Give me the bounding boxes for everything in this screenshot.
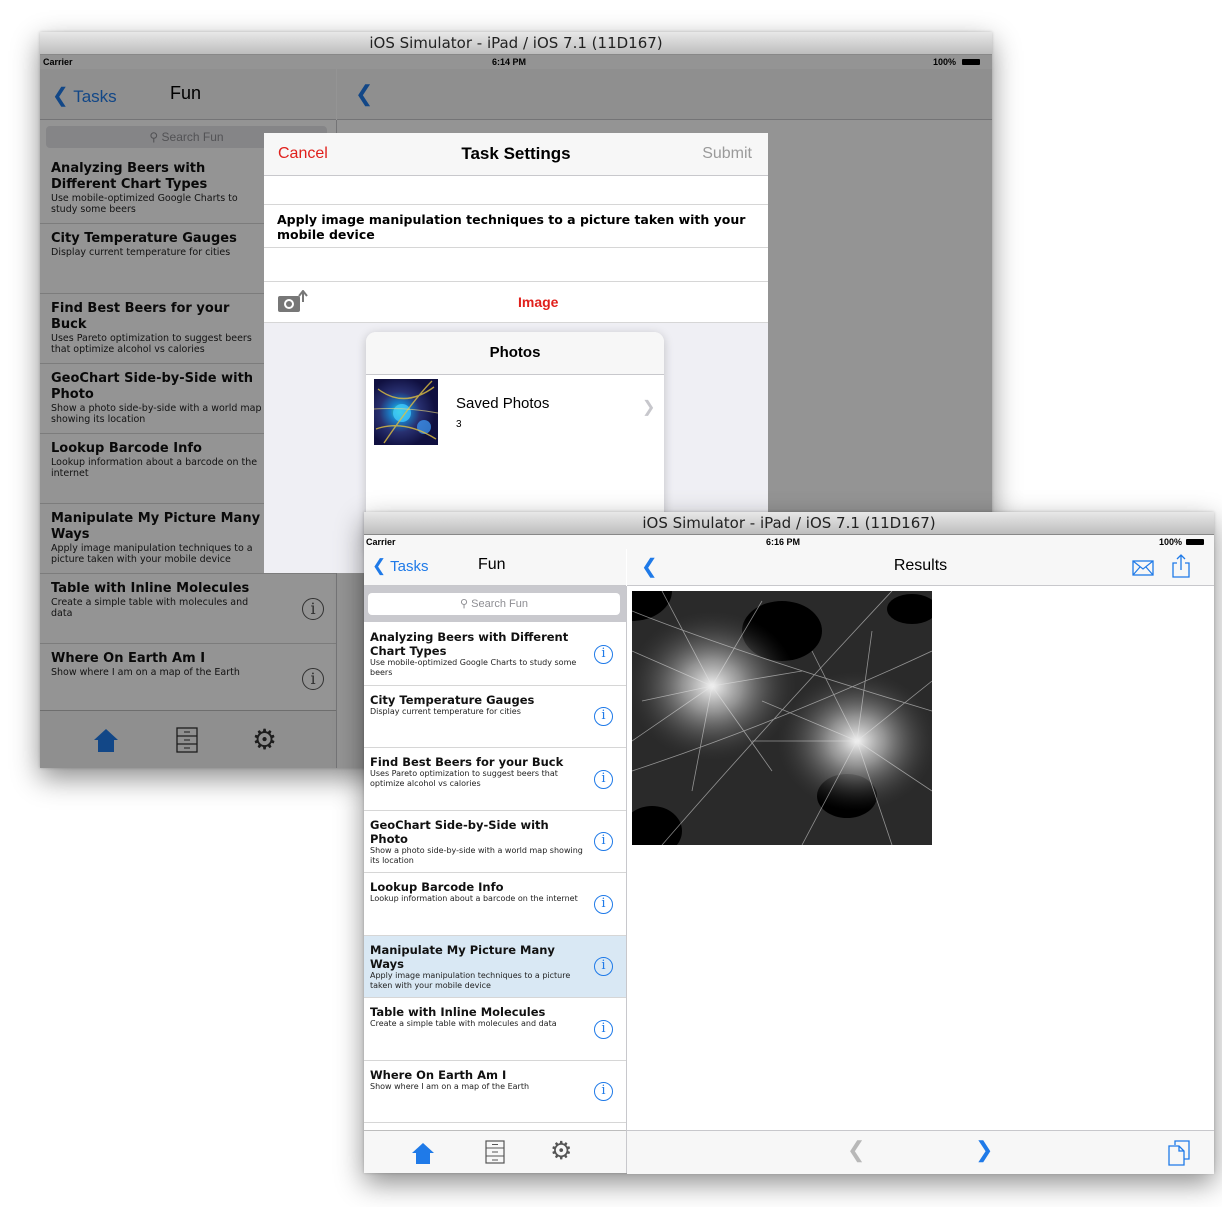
popover-title: Photos [489,344,541,361]
results-toolbar: ❮ ❯ [627,1130,1214,1174]
carrier-label: Carrier [366,537,396,547]
modal-title: Task Settings [461,144,571,163]
front-app-screen: Carrier 6:16 PM 100% ❮ Tasks Fun ❮ Resul… [364,535,1214,1174]
list-item-subtitle: Uses Pareto optimization to suggest beer… [370,769,558,788]
front-window-titlebar: iOS Simulator - iPad / iOS 7.1 (11D167) [364,512,1214,535]
front-sidebar: ⚲ Search Fun Analyzing Beers with Differ… [364,586,627,1173]
list-item-subtitle: Lookup information about a barcode on th… [370,894,578,903]
list-item[interactable]: Where On Earth Am I Show where I am on a … [364,1061,626,1123]
modal-spacer-row [264,176,768,205]
info-icon[interactable]: i [594,1082,613,1102]
info-icon[interactable]: i [594,707,613,727]
info-icon[interactable]: i [594,1019,613,1039]
list-item-title: Analyzing Beers with Different Chart Typ… [370,630,569,658]
front-simulator-window: iOS Simulator - iPad / iOS 7.1 (11D167) … [364,512,1214,1174]
search-placeholder: Search Fun [471,598,528,610]
image-label[interactable]: Image [518,294,558,310]
list-item[interactable]: GeoChart Side-by-Side with Photo Show a p… [364,811,626,873]
previous-page-icon[interactable]: ❮ [847,1137,865,1163]
results-area [627,586,1214,1130]
list-item-title: Manipulate My Picture Many Ways [370,942,555,971]
modal-spacer-row-2 [264,248,768,282]
list-item-subtitle: Display current temperature for cities [370,706,521,716]
list-item-subtitle: Show a photo side-by-side with a world m… [370,845,583,865]
list-item[interactable]: City Temperature Gauges Display current t… [364,686,626,748]
front-tasks-button[interactable]: ❮ Tasks [372,556,429,576]
info-icon[interactable]: i [594,832,613,852]
list-item-subtitle: Show where I am on a map of the Earth [370,1081,530,1091]
camera-icon[interactable] [277,289,309,314]
back-window-titlebar: iOS Simulator - iPad / iOS 7.1 (11D167) [40,32,992,55]
popover-header: Photos [366,332,664,375]
gear-icon[interactable]: ⚙ [550,1137,578,1165]
modal-header: Cancel Task Settings Submit [264,133,768,176]
list-item-title: Table with Inline Molecules [370,1005,546,1019]
front-status-bar: Carrier 6:16 PM 100% [364,535,1214,549]
cabinet-icon[interactable] [485,1140,505,1164]
mail-icon[interactable] [1132,560,1154,576]
image-picker-row[interactable]: Image [264,282,768,323]
task-description: Apply image manipulation techniques to a… [277,212,746,242]
list-item[interactable]: Find Best Beers for your Buck Uses Pareto… [364,748,626,811]
list-item-title: City Temperature Gauges [370,692,535,707]
list-item-title: Find Best Beers for your Buck [370,755,564,769]
list-item-subtitle: Create a simple table with molecules and… [370,1019,557,1028]
back-button-label: Tasks [390,558,429,575]
list-item-subtitle: Apply image manipulation techniques to a… [370,970,571,990]
share-icon[interactable] [1171,554,1191,578]
result-image [632,591,932,845]
search-icon: ⚲ [460,598,472,610]
chevron-right-icon: ❯ [642,399,656,416]
task-description-row: Apply image manipulation techniques to a… [264,205,768,248]
front-tab-bar: ⚙ [364,1130,626,1173]
submit-button[interactable]: Submit [702,145,752,163]
front-master-navbar: ❮ Tasks Fun [364,549,626,586]
list-item-title: Lookup Barcode Info [370,880,504,894]
info-icon[interactable]: i [594,894,613,914]
info-icon[interactable]: i [594,957,613,977]
pages-icon[interactable] [1167,1140,1191,1166]
front-search-field[interactable]: ⚲ Search Fun [368,593,620,615]
battery-icon [1186,539,1204,545]
list-item[interactable]: Table with Inline Molecules Create a simp… [364,998,626,1061]
list-item-title: Where On Earth Am I [370,1067,507,1082]
info-icon[interactable]: i [594,644,613,664]
list-item-subtitle: Use mobile-optimized Google Charts to st… [370,658,577,677]
front-nav-title: Fun [478,556,506,573]
home-icon[interactable] [410,1141,436,1165]
album-count: 3 [456,419,462,430]
status-time: 6:16 PM [766,537,801,547]
next-page-icon[interactable]: ❯ [975,1137,993,1163]
front-detail-navbar: ❮ Results [627,549,1214,586]
list-item[interactable]: Analyzing Beers with Different Chart Typ… [364,623,626,686]
battery-label: 100% [1159,537,1183,547]
chevron-left-icon: ❮ [372,556,387,575]
list-item-title: GeoChart Side-by-Side with Photo [370,817,549,846]
album-name: Saved Photos [456,395,550,412]
album-thumbnail [373,379,439,445]
results-title: Results [893,557,948,574]
saved-photos-row[interactable]: Saved Photos 3 ❯ [366,375,664,449]
list-item[interactable]: Manipulate My Picture Many Ways Apply ima… [364,935,626,998]
list-item[interactable]: Lookup Barcode Info Lookup information ab… [364,873,626,936]
info-icon[interactable]: i [594,769,613,789]
